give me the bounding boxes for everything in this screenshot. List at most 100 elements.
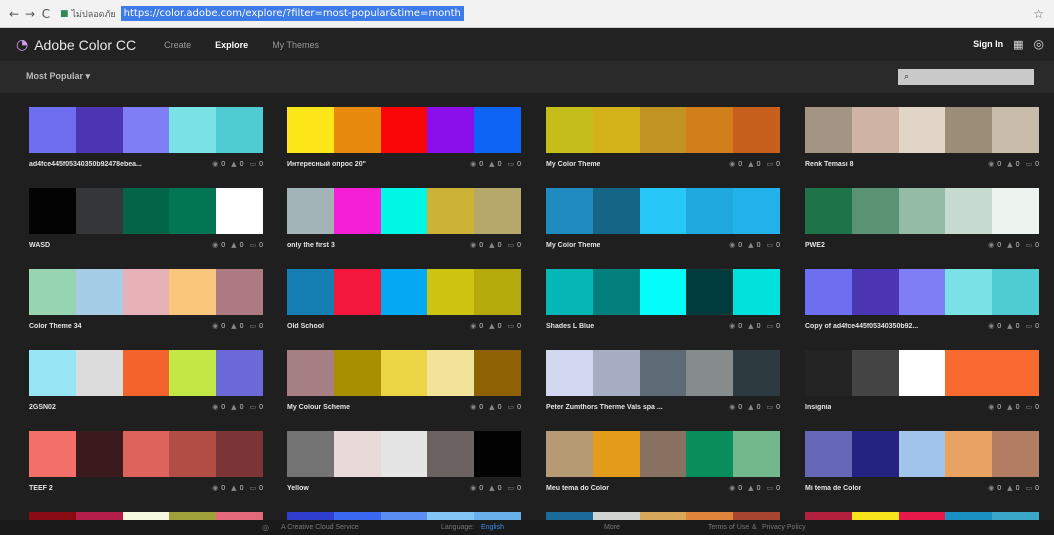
color-swatch[interactable]	[805, 107, 852, 153]
search-box[interactable]: ⌕	[898, 69, 1034, 85]
color-swatch[interactable]	[851, 431, 899, 477]
stat-likes[interactable]: ▲ 0	[489, 160, 501, 168]
color-swatch[interactable]	[333, 431, 381, 477]
color-swatch[interactable]	[546, 107, 593, 153]
color-swatch[interactable]	[592, 269, 640, 315]
theme-swatches[interactable]	[546, 512, 780, 520]
color-swatch[interactable]	[122, 107, 170, 153]
color-swatch[interactable]	[592, 350, 640, 396]
stat-likes[interactable]: ▲ 0	[1007, 160, 1019, 168]
color-swatch[interactable]	[592, 107, 640, 153]
color-swatch[interactable]	[945, 269, 993, 315]
forward-arrow-icon[interactable]: →	[22, 7, 38, 21]
color-swatch[interactable]	[733, 188, 780, 234]
theme-card[interactable]: only the first 3 ◉ 0 ▲ 0 ▭ 0	[287, 188, 521, 256]
color-swatch[interactable]	[733, 269, 780, 315]
color-swatch[interactable]	[592, 188, 640, 234]
footer-terms[interactable]: Terms of Use	[708, 524, 749, 531]
color-swatch[interactable]	[733, 350, 780, 396]
stat-likes[interactable]: ▲ 0	[1007, 322, 1019, 330]
color-swatch[interactable]	[287, 188, 334, 234]
search-input[interactable]	[913, 72, 1024, 82]
theme-swatches[interactable]	[287, 269, 521, 315]
theme-title[interactable]: Color Theme 34	[29, 323, 82, 330]
color-swatch[interactable]	[639, 188, 687, 234]
color-swatch[interactable]	[29, 269, 76, 315]
stat-likes[interactable]: ▲ 0	[748, 403, 760, 411]
color-swatch[interactable]	[851, 269, 899, 315]
color-swatch[interactable]	[427, 512, 475, 520]
theme-card[interactable]: 2GSN02 ◉ 0 ▲ 0 ▭ 0	[29, 350, 263, 418]
nav-create[interactable]: Create	[164, 40, 191, 50]
theme-title[interactable]: Insignia	[805, 404, 831, 411]
color-swatch[interactable]	[546, 431, 593, 477]
theme-card[interactable]	[805, 512, 1039, 520]
theme-card[interactable]: Shades L Blue ◉ 0 ▲ 0 ▭ 0	[546, 269, 780, 337]
color-swatch[interactable]	[474, 512, 521, 520]
theme-swatches[interactable]	[805, 512, 1039, 520]
theme-swatches[interactable]	[29, 350, 263, 396]
color-swatch[interactable]	[169, 512, 217, 520]
color-swatch[interactable]	[474, 188, 521, 234]
theme-swatches[interactable]	[287, 188, 521, 234]
color-swatch[interactable]	[333, 350, 381, 396]
theme-swatches[interactable]	[805, 188, 1039, 234]
color-swatch[interactable]	[639, 350, 687, 396]
color-swatch[interactable]	[992, 269, 1039, 315]
color-swatch[interactable]	[29, 107, 76, 153]
sign-in-link[interactable]: Sign In	[973, 39, 1003, 49]
reload-icon[interactable]: C	[38, 7, 54, 21]
theme-title[interactable]: My Color Theme	[546, 161, 600, 168]
stat-likes[interactable]: ▲ 0	[489, 484, 501, 492]
color-swatch[interactable]	[805, 269, 852, 315]
theme-title[interactable]: My Color Theme	[546, 242, 600, 249]
stat-likes[interactable]: ▲ 0	[1007, 403, 1019, 411]
theme-card[interactable]: My Color Theme ◉ 0 ▲ 0 ▭ 0	[546, 188, 780, 256]
color-swatch[interactable]	[898, 512, 946, 520]
theme-swatches[interactable]	[29, 107, 263, 153]
stat-likes[interactable]: ▲ 0	[489, 403, 501, 411]
color-swatch[interactable]	[216, 188, 263, 234]
color-swatch[interactable]	[805, 431, 852, 477]
color-swatch[interactable]	[122, 269, 170, 315]
footer-more[interactable]: More	[604, 524, 620, 531]
theme-title[interactable]: Shades L Blue	[546, 323, 594, 330]
color-swatch[interactable]	[686, 107, 734, 153]
theme-swatches[interactable]	[546, 107, 780, 153]
apps-grid-icon[interactable]: ▦	[1013, 38, 1023, 51]
theme-swatches[interactable]	[546, 269, 780, 315]
theme-card[interactable]: Color Theme 34 ◉ 0 ▲ 0 ▭ 0	[29, 269, 263, 337]
color-swatch[interactable]	[427, 107, 475, 153]
footer-language-value[interactable]: English	[481, 524, 504, 531]
stat-likes[interactable]: ▲ 0	[489, 322, 501, 330]
theme-card[interactable]: Insignia ◉ 0 ▲ 0 ▭ 0	[805, 350, 1039, 418]
theme-card[interactable]: ad4fce445f05340350b92478ebea... ◉ 0 ▲ 0 ▭ 0	[29, 107, 263, 175]
stat-likes[interactable]: ▲ 0	[1007, 484, 1019, 492]
color-swatch[interactable]	[851, 512, 899, 520]
stat-likes[interactable]: ▲ 0	[231, 160, 243, 168]
color-swatch[interactable]	[333, 512, 381, 520]
footer-service[interactable]: A Creative Cloud Service	[281, 524, 359, 531]
theme-swatches[interactable]	[29, 269, 263, 315]
color-swatch[interactable]	[122, 188, 170, 234]
stat-likes[interactable]: ▲ 0	[748, 322, 760, 330]
theme-title[interactable]: Peter Zumthors Therme Vals spa ...	[546, 404, 663, 411]
theme-title[interactable]: Meu tema do Color	[546, 485, 609, 492]
theme-swatches[interactable]	[287, 431, 521, 477]
stat-likes[interactable]: ▲ 0	[748, 160, 760, 168]
theme-card[interactable]: Renk Teması 8 ◉ 0 ▲ 0 ▭ 0	[805, 107, 1039, 175]
theme-title[interactable]: Copy of ad4fce445f05340350b92...	[805, 323, 918, 330]
stat-likes[interactable]: ▲ 0	[231, 484, 243, 492]
color-swatch[interactable]	[122, 350, 170, 396]
color-swatch[interactable]	[169, 350, 217, 396]
theme-title[interactable]: PWE2	[805, 242, 825, 249]
theme-swatches[interactable]	[29, 512, 263, 520]
color-swatch[interactable]	[945, 188, 993, 234]
theme-swatches[interactable]	[29, 188, 263, 234]
theme-title[interactable]: Old School	[287, 323, 324, 330]
color-swatch[interactable]	[169, 431, 217, 477]
creative-cloud-icon[interactable]: ◎	[1034, 37, 1044, 51]
theme-card[interactable]: My Colour Scheme ◉ 0 ▲ 0 ▭ 0	[287, 350, 521, 418]
color-swatch[interactable]	[75, 188, 123, 234]
color-swatch[interactable]	[75, 512, 123, 520]
